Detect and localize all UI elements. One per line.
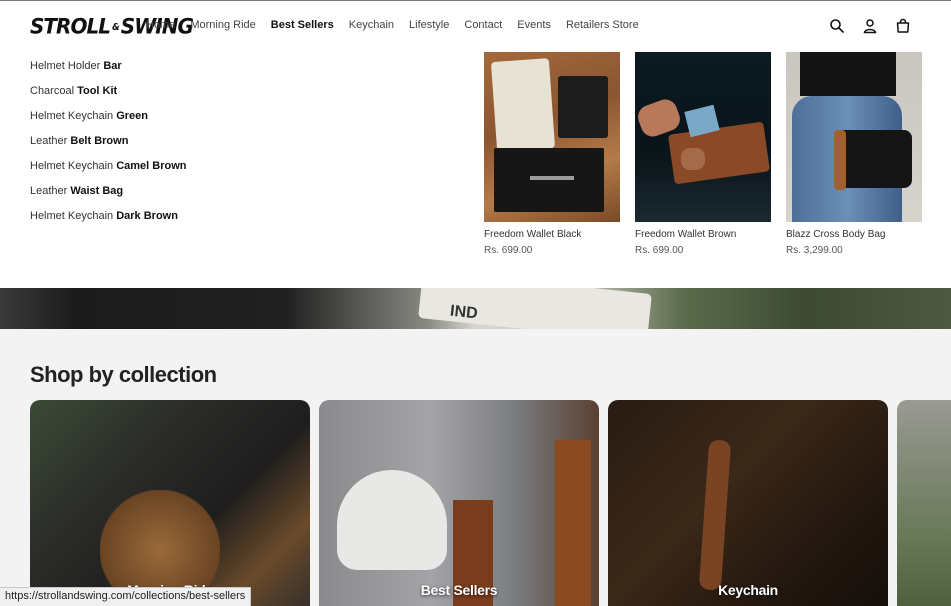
nav-retailers-store[interactable]: Retailers Store [566,19,639,31]
nav-lifestyle[interactable]: Lifestyle [409,19,449,31]
menu-item-leather-belt-brown[interactable]: Leather Belt Brown [30,132,190,151]
page: STROLL & SWING Home Morning Ride Best Sell… [0,0,951,606]
browser-status-bar: https://strollandswing.com/collections/b… [0,587,252,606]
nav-best-sellers[interactable]: Best Sellers [271,19,334,31]
nav-contact[interactable]: Contact [464,19,502,31]
product-image-wallet-brown[interactable] [635,52,771,222]
nav-keychain[interactable]: Keychain [349,19,394,31]
product-card[interactable]: Blazz Cross Body Bag Rs. 3,299.00 [786,52,922,256]
plate-text: IND [449,302,479,323]
collection-card-partial[interactable] [897,400,951,606]
product-image-cross-body-bag[interactable] [786,52,922,222]
collection-card-morning-ride[interactable]: Morning Ride [30,400,310,606]
header-icons [829,18,911,34]
nav-morning-ride[interactable]: Morning Ride [190,19,255,31]
nav-home[interactable]: Home [146,19,175,31]
featured-products: Freedom Wallet Black Rs. 699.00 Freedom … [484,52,922,256]
collection-card-keychain[interactable]: Keychain [608,400,888,606]
site-header: STROLL & SWING Home Morning Ride Best Sell… [0,1,951,51]
nav-events[interactable]: Events [517,19,551,31]
product-title[interactable]: Freedom Wallet Brown [635,229,771,240]
menu-item-helmet-holder-bar[interactable]: Helmet Holder Bar [30,57,190,76]
product-price: Rs. 699.00 [635,245,684,256]
menu-item-helmet-keychain-camel-brown[interactable]: Helmet Keychain Camel Brown [30,157,190,176]
product-title[interactable]: Blazz Cross Body Bag [786,229,922,240]
product-price: Rs. 699.00 [484,245,533,256]
collection-card-best-sellers[interactable]: Best Sellers [319,400,599,606]
menu-item-leather-waist-bag[interactable]: Leather Waist Bag [30,182,190,201]
product-card[interactable]: Freedom Wallet Brown Rs. 699.00 [635,52,771,256]
collection-cards: Morning Ride Best Sellers Keychain [30,400,951,606]
product-card[interactable]: Freedom Wallet Black Rs. 699.00 [484,52,620,256]
search-icon[interactable] [829,18,845,34]
mega-menu: Helmet Holder Bar Charcoal Tool Kit Helm… [0,51,951,288]
main-nav: Home Morning Ride Best Sellers Keychain … [146,19,654,31]
hero-banner-strip: IND [0,288,951,329]
product-image-wallet-black[interactable] [484,52,620,222]
section-title: Shop by collection [30,362,217,387]
menu-item-charcoal-tool-kit[interactable]: Charcoal Tool Kit [30,82,190,101]
product-title[interactable]: Freedom Wallet Black [484,229,620,240]
account-icon[interactable] [862,18,878,34]
menu-item-helmet-keychain-dark-brown[interactable]: Helmet Keychain Dark Brown [30,207,190,226]
collection-label[interactable]: Best Sellers [319,582,599,598]
cart-icon[interactable] [895,18,911,34]
menu-item-helmet-keychain-green[interactable]: Helmet Keychain Green [30,107,190,126]
collection-label[interactable]: Keychain [608,582,888,598]
menu-list: Helmet Holder Bar Charcoal Tool Kit Helm… [30,57,190,232]
product-price: Rs. 3,299.00 [786,245,843,256]
